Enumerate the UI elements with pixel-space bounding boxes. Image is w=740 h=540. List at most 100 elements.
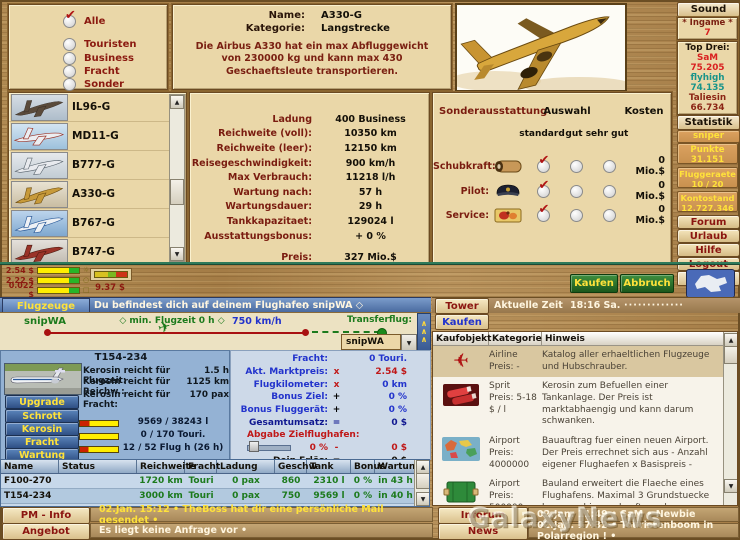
- cost-value: 0 Mio.$: [635, 155, 665, 177]
- plane-thumb-icon: [11, 93, 68, 121]
- scroll-down-icon[interactable]: ▼: [170, 247, 184, 261]
- auswahl-label: Auswahl: [543, 106, 591, 117]
- kerosin-button[interactable]: Kerosin: [5, 422, 79, 436]
- radio-standard[interactable]: ✔: [536, 179, 550, 198]
- sound-header[interactable]: Sound: [677, 2, 740, 17]
- schrott-button[interactable]: Schrott: [5, 409, 79, 423]
- fleet-table-scrollbar[interactable]: ▲ ▼: [414, 460, 429, 506]
- spec-row: Wartungsdauer: 29 h: [225, 201, 383, 213]
- aircraft-list-item[interactable]: B747-G: [9, 238, 169, 263]
- top-drei-label: Top Drei:: [685, 43, 730, 53]
- tab-pm-info[interactable]: PM - Info: [2, 507, 90, 524]
- fracht-button[interactable]: Fracht: [5, 435, 79, 449]
- punkte-box: Punkte 31.151: [677, 143, 738, 165]
- kaufen-button[interactable]: Kaufen: [570, 274, 618, 293]
- aircraft-list-item[interactable]: A330-G: [9, 180, 169, 209]
- scroll-thumb[interactable]: [416, 473, 429, 489]
- news-message-bar[interactable]: 02.Jan. 17:32 • Touristenboom in Polarre…: [528, 520, 739, 540]
- aircraft-list-item[interactable]: B767-G: [9, 209, 169, 238]
- filter-option-alle[interactable]: ✔ Alle: [63, 9, 105, 28]
- spec-row: Reichweite (leer): 12150 km: [216, 142, 397, 154]
- circle-icon: ○: [83, 276, 90, 284]
- buy-row-airport[interactable]: Airport Preis: 4000000 Bauauftrag fuer ei…: [433, 432, 737, 475]
- meal-icon: [493, 208, 523, 223]
- calc-row: Bonus Fluggerät: +0 %: [240, 405, 407, 416]
- buy-table-scrollbar[interactable]: ▲ ▼: [723, 332, 737, 505]
- radio-icon[interactable]: [63, 65, 76, 78]
- radio-standard[interactable]: ✔: [536, 154, 550, 173]
- location-airport: ◇ snipWA ◇: [302, 300, 364, 311]
- buy-row-bauland[interactable]: AirportPreis: 500000 Bauland erweitert d…: [433, 475, 737, 505]
- scroll-down-icon[interactable]: ▼: [724, 479, 737, 493]
- radio-gut[interactable]: [569, 184, 583, 198]
- top-player-name: Taliesin: [688, 93, 727, 103]
- tab-inforum[interactable]: Inforum: [438, 507, 528, 524]
- pilot-cap-icon: [493, 183, 523, 199]
- abgabe-slider-thumb[interactable]: [249, 441, 259, 453]
- aircraft-list-item[interactable]: MD11-G: [9, 122, 169, 151]
- plane-thumb-icon: [11, 151, 68, 179]
- filter-option-sonder[interactable]: Sonder: [63, 78, 124, 91]
- statistik-header[interactable]: Statistik: [677, 115, 740, 130]
- category-label: Kategorie:: [245, 23, 305, 34]
- plane-thumb-icon: [11, 122, 68, 150]
- fuel-gauge-bar: [94, 271, 128, 278]
- radio-gut[interactable]: [569, 159, 583, 173]
- filter-option-fracht[interactable]: Fracht: [63, 65, 120, 78]
- scroll-up-icon[interactable]: ▲: [416, 460, 429, 474]
- radio-icon[interactable]: ✔: [63, 9, 76, 28]
- filter-option-business[interactable]: Business: [63, 52, 134, 65]
- scroll-up-icon[interactable]: ▲: [724, 333, 737, 347]
- calc-row: Akt. Marktpreis: x 2.54 $: [245, 367, 407, 378]
- route-start-dot[interactable]: [44, 329, 51, 336]
- filter-option-touristen[interactable]: Touristen: [63, 38, 136, 51]
- fleet-header-bar: Flugzeuge Du befindest dich auf deinem F…: [0, 297, 431, 314]
- ingame-label: * Ingame *: [682, 18, 733, 28]
- aircraft-list-scrollbar[interactable]: ▲ ▼: [169, 94, 185, 262]
- radio-sehr-gut[interactable]: [602, 184, 616, 198]
- upgrade-button[interactable]: Upgrade: [5, 395, 79, 409]
- radio-standard[interactable]: ✔: [536, 203, 550, 222]
- fleet-table-row[interactable]: F100-270 1720 km Touri 0 pax 860 2310 l0 % in …: [1, 474, 429, 489]
- kerosin-gauge-text: 9569 / 38243 l: [137, 417, 209, 427]
- scroll-thumb[interactable]: [170, 179, 184, 205]
- spec-row: Wartung nach: 57 h: [233, 186, 383, 198]
- dropdown-value[interactable]: snipWA: [341, 334, 401, 350]
- aircraft-list-item[interactable]: IL96-G: [9, 93, 169, 122]
- plane-thumb-icon: [11, 180, 68, 208]
- scroll-thumb[interactable]: [724, 346, 737, 364]
- tab-angebot[interactable]: Angebot: [2, 523, 90, 540]
- strip-scroll-chevrons[interactable]: ∧ ∧ ∧: [417, 313, 431, 351]
- tab-news[interactable]: News: [438, 523, 528, 540]
- radio-icon[interactable]: [63, 38, 76, 51]
- aircraft-list-item[interactable]: B777-G: [9, 151, 169, 180]
- tower-bar: Tower Aktuelle Zeit 18:16 Sa. ··········…: [432, 297, 740, 314]
- top-player-points: 75.205: [690, 63, 725, 73]
- tab-kaufen[interactable]: Kaufen: [435, 314, 489, 330]
- level-gut: gut: [565, 129, 583, 139]
- minimap[interactable]: [686, 269, 735, 298]
- fleet-table-row[interactable]: T154-234 3000 km Touri 0 pax 750 9569 l0 % in …: [1, 489, 429, 504]
- radio-gut[interactable]: [569, 208, 583, 222]
- wartung-gauge-text: 12 / 52 Flug h (26 h): [122, 443, 224, 453]
- pm-message-bar[interactable]: 02.Jan. 15:12 • TheBoss hat dir eine per…: [90, 504, 433, 526]
- airline-plane-icon: ✈: [453, 350, 469, 372]
- abbruch-button[interactable]: Abbruch: [620, 274, 674, 293]
- scroll-up-icon[interactable]: ▲: [170, 95, 184, 109]
- forum-button[interactable]: Forum: [677, 215, 740, 229]
- game-window: ✔ Alle Touristen Business Fracht Sonder …: [0, 0, 740, 540]
- radio-icon[interactable]: [63, 52, 76, 65]
- hilfe-button[interactable]: Hilfe: [677, 243, 740, 257]
- tab-tower[interactable]: Tower: [435, 298, 489, 314]
- buy-row-sprit[interactable]: Sprit Preis: 5-18 $ / l Kerosin zum Befue…: [433, 377, 737, 432]
- buy-row-airline[interactable]: ✈ Airline Preis: - Katalog aller erhaeltl…: [433, 346, 737, 378]
- radio-sehr-gut[interactable]: [602, 208, 616, 222]
- urlaub-button[interactable]: Urlaub: [677, 229, 740, 243]
- angebot-message-bar[interactable]: Es liegt keine Anfrage vor •: [90, 523, 433, 538]
- fuel-gauge-box: [90, 268, 132, 281]
- route-end-dot[interactable]: [302, 329, 309, 336]
- radio-sehr-gut[interactable]: [602, 159, 616, 173]
- calc-row-total: Gesamtumsatz: = 0 $: [249, 417, 407, 428]
- land-plot-icon: [433, 479, 489, 505]
- radio-icon[interactable]: [63, 78, 76, 91]
